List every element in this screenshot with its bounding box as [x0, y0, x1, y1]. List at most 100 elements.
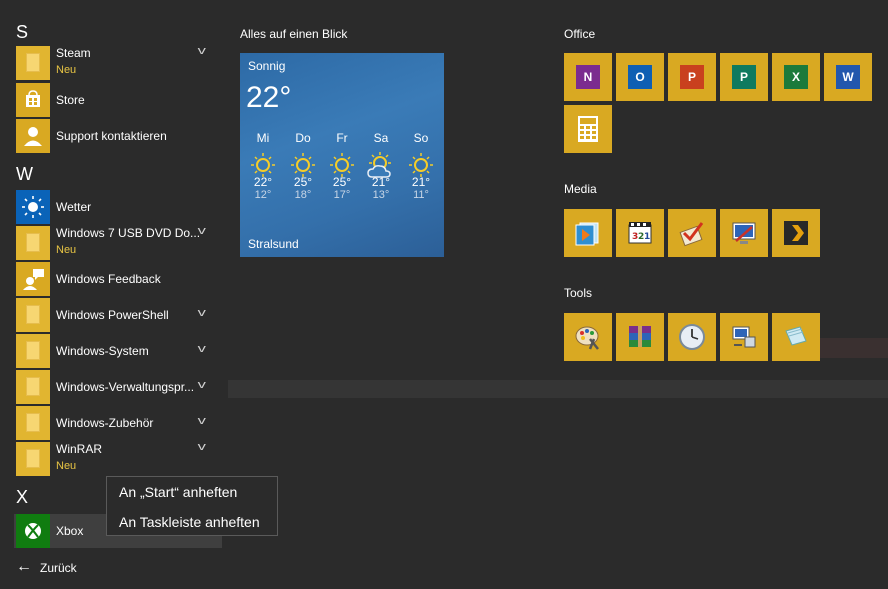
clock-icon	[679, 324, 705, 350]
app-windows-verwaltung[interactable]: Windows-Verwaltungspr... v	[16, 370, 228, 404]
menu-item-pin-taskbar[interactable]: An Taskleiste anheften	[119, 514, 260, 530]
word-icon: W	[836, 65, 860, 89]
forecast-day-name: So	[413, 131, 429, 145]
tile-word[interactable]: W	[824, 53, 872, 101]
app-winrar[interactable]: WinRAR Neu v	[16, 441, 228, 476]
section-letter-s[interactable]: S	[16, 22, 28, 43]
app-steam[interactable]: Steam Neu v	[16, 45, 228, 80]
notes-icon	[785, 326, 807, 346]
forecast-day-name: Fr	[336, 131, 348, 145]
app-name: Support kontaktieren	[56, 129, 167, 143]
tile-powerpoint[interactable]: P	[668, 53, 716, 101]
onenote-icon: N	[576, 65, 600, 89]
app-name: Windows-System	[56, 344, 149, 358]
weather-temperature: 22°	[246, 81, 292, 114]
chevron-down-icon[interactable]: v	[198, 415, 206, 427]
section-letter-x[interactable]: X	[16, 487, 28, 508]
calculator-icon	[578, 116, 598, 142]
forecast-day-name: Sa	[373, 131, 389, 145]
folder-icon	[16, 370, 50, 404]
new-badge: Neu	[56, 460, 77, 472]
app-support[interactable]: Support kontaktieren	[16, 119, 228, 153]
chevron-down-icon[interactable]: v	[198, 343, 206, 355]
app-name: Windows-Verwaltungspr...	[56, 380, 195, 394]
app-windows-powershell[interactable]: Windows PowerShell v	[16, 298, 228, 332]
chevron-down-icon[interactable]: v	[198, 379, 206, 391]
group-title-tools[interactable]: Tools	[564, 286, 592, 300]
checklist-icon	[679, 222, 704, 247]
weather-condition: Sonnig	[248, 59, 286, 73]
group-title-media[interactable]: Media	[564, 182, 597, 196]
tile-onenote[interactable]: N	[564, 53, 612, 101]
paint-icon	[575, 326, 599, 350]
chevron-down-icon[interactable]: v	[198, 225, 206, 237]
app-name: Windows-Zubehör	[56, 416, 154, 430]
menu-item-pin-start[interactable]: An „Start“ anheften	[119, 484, 237, 500]
sun-icon	[409, 153, 433, 177]
support-person-icon	[16, 119, 50, 153]
group-title-office[interactable]: Office	[564, 27, 595, 41]
background-strip	[820, 338, 888, 358]
partly-cloudy-icon	[367, 152, 391, 178]
folder-icon	[16, 442, 50, 476]
weather-tile[interactable]: Sonnig 22° Mi 22° 12° Do 25° 18° Fr 25° …	[240, 53, 444, 257]
plex-icon	[784, 221, 808, 245]
chevron-down-icon[interactable]: v	[198, 441, 206, 453]
app-wetter[interactable]: Wetter	[16, 190, 228, 224]
sun-icon	[251, 153, 275, 177]
context-menu: An „Start“ anheften An Taskleiste anheft…	[106, 476, 278, 536]
folder-icon	[16, 406, 50, 440]
app-windows-feedback[interactable]: Windows Feedback	[16, 262, 228, 296]
tile-publisher[interactable]: P	[720, 53, 768, 101]
app-name: Store	[56, 93, 85, 107]
sun-icon	[291, 153, 315, 177]
section-letter-w[interactable]: W	[16, 164, 33, 185]
screen-capture-icon	[732, 222, 756, 244]
forecast-icons	[251, 152, 433, 178]
tile-media-player[interactable]	[564, 209, 612, 257]
folder-icon	[16, 226, 50, 260]
group-title-glance[interactable]: Alles auf einen Blick	[240, 27, 347, 41]
app-windows7-usb[interactable]: Windows 7 USB DVD Do... Neu v	[16, 225, 228, 260]
app-windows-zubehoer[interactable]: Windows-Zubehör v	[16, 406, 228, 440]
app-name: Windows Feedback	[56, 272, 161, 286]
forecast-low: 13°	[372, 189, 390, 201]
weather-sun-icon	[16, 190, 50, 224]
tile-video-editor[interactable]: 3 2 1	[616, 209, 664, 257]
weather-city: Stralsund	[248, 237, 299, 251]
tile-network[interactable]	[720, 313, 768, 361]
tile-excel[interactable]: X	[772, 53, 820, 101]
tile-paint[interactable]	[564, 313, 612, 361]
tile-calculator[interactable]	[564, 105, 612, 153]
app-store[interactable]: Store	[16, 83, 228, 117]
tile-screen-capture[interactable]	[720, 209, 768, 257]
video-editor-icon: 3 2 1	[628, 222, 652, 244]
app-name: Windows 7 USB DVD Do...	[56, 226, 201, 240]
xbox-icon	[16, 514, 50, 548]
media-player-icon	[575, 222, 599, 246]
folder-icon	[16, 334, 50, 368]
app-name: Xbox	[56, 524, 84, 538]
tile-clock[interactable]	[668, 313, 716, 361]
app-name: WinRAR	[56, 442, 103, 456]
feedback-icon	[16, 262, 50, 296]
tile-outlook[interactable]: O	[616, 53, 664, 101]
tile-plex[interactable]	[772, 209, 820, 257]
new-badge: Neu	[56, 244, 77, 256]
tile-checklist[interactable]	[668, 209, 716, 257]
forecast-low: 17°	[333, 189, 351, 201]
outlook-icon: O	[628, 65, 652, 89]
app-windows-system[interactable]: Windows-System v	[16, 334, 228, 368]
tile-winrar[interactable]	[616, 313, 664, 361]
svg-text:1: 1	[644, 232, 650, 242]
new-badge: Neu	[56, 64, 77, 76]
chevron-down-icon[interactable]: v	[198, 45, 206, 57]
forecast-day-name: Mi	[256, 131, 270, 145]
chevron-down-icon[interactable]: v	[198, 307, 206, 319]
powerpoint-icon: P	[680, 65, 704, 89]
back-label: Zurück	[40, 561, 77, 575]
forecast-low: 12°	[254, 189, 272, 201]
network-icon	[732, 326, 756, 348]
tile-notes[interactable]	[772, 313, 820, 361]
back-button[interactable]: ← Zurück	[16, 558, 86, 578]
